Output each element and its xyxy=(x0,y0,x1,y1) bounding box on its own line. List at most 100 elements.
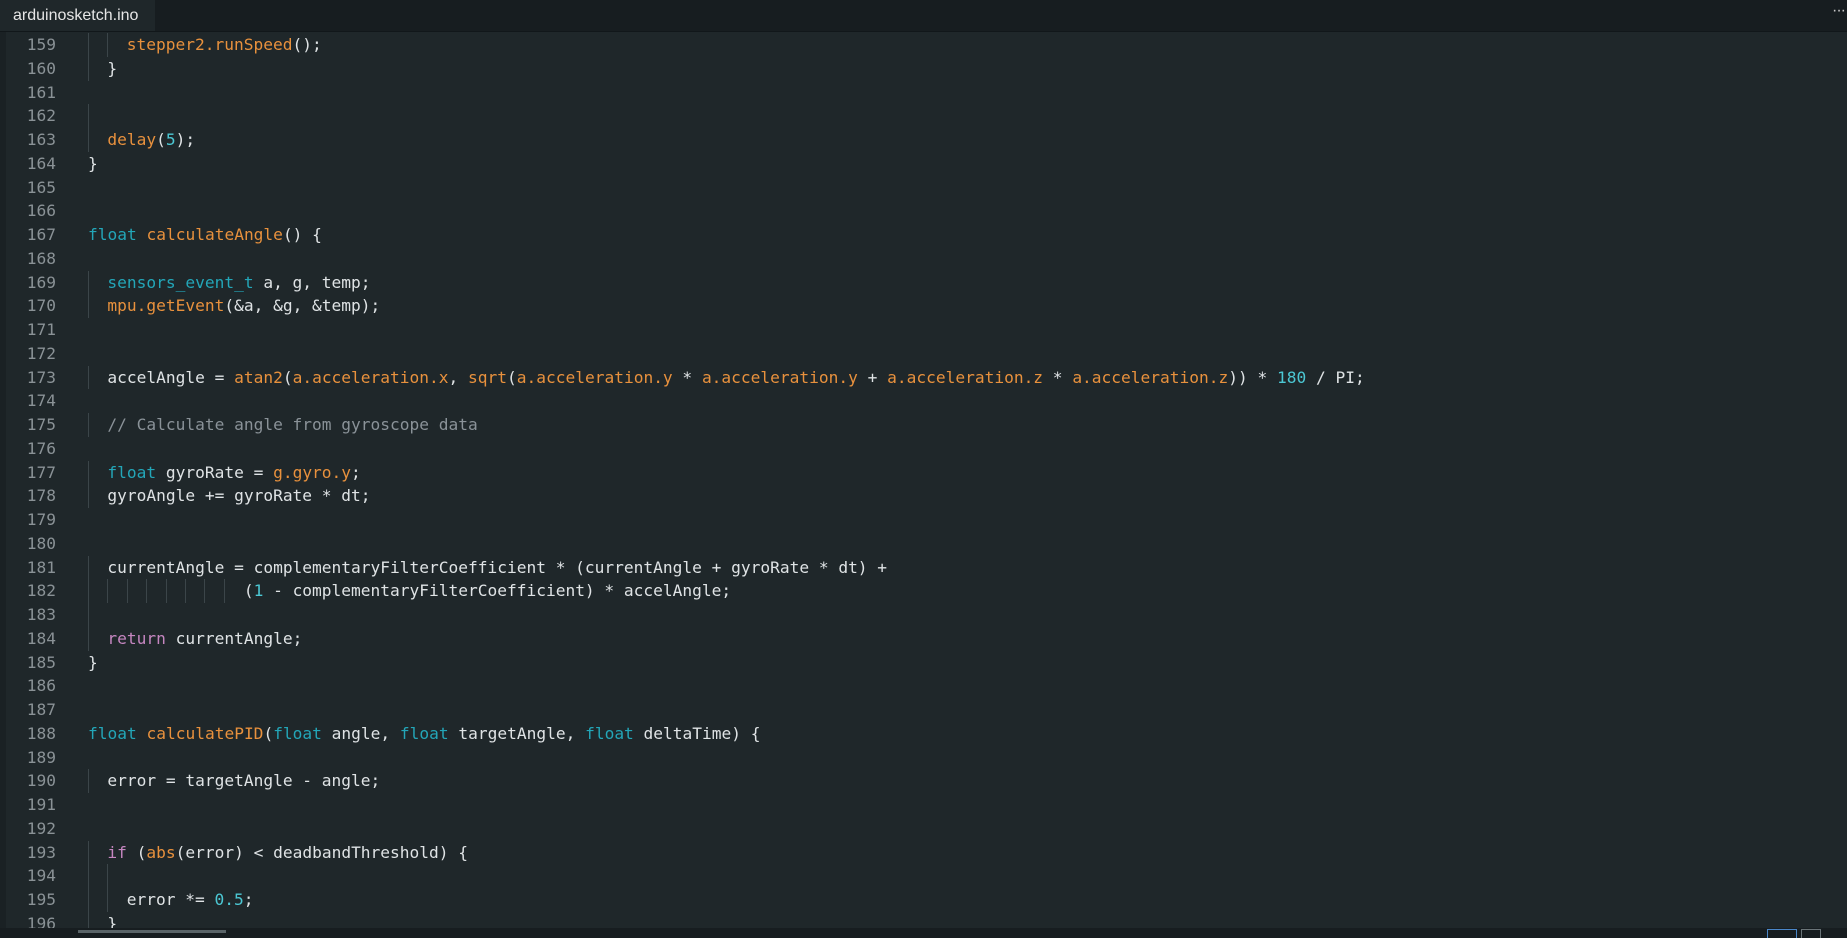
line-number: 171 xyxy=(26,320,56,339)
indent-guide xyxy=(88,769,89,793)
line-number: 195 xyxy=(26,890,56,909)
line-number: 172 xyxy=(26,343,56,363)
code-token: error = targetAngle - angle; xyxy=(107,771,381,791)
horizontal-scrollbar[interactable] xyxy=(0,928,1847,938)
code-line[interactable]: 161 xyxy=(0,81,1847,105)
code-line[interactable]: 181 currentAngle = complementaryFilterCoe… xyxy=(0,555,1847,580)
code-token: ; xyxy=(243,890,254,909)
code-text: currentAngle = complementaryFilterCoeffi… xyxy=(107,556,887,580)
code-line[interactable]: 176 xyxy=(0,437,1847,461)
code-line[interactable]: 183 xyxy=(0,603,1847,627)
code-line[interactable]: 177 float gyroRate = g.gyro.y; xyxy=(0,460,1847,485)
code-line[interactable]: 194 xyxy=(0,864,1847,888)
code-text: (1 - complementaryFilterCoefficient) * a… xyxy=(107,579,731,603)
indent-guide xyxy=(88,888,89,912)
code-line[interactable]: 182 (1 - complementaryFilterCoefficient)… xyxy=(0,579,1847,603)
code-token: a.acceleration.x xyxy=(292,367,449,387)
code-token: ( xyxy=(156,130,166,149)
line-number: 196 xyxy=(26,913,56,928)
code-line[interactable]: 185} xyxy=(0,651,1847,675)
code-line[interactable]: 189 xyxy=(0,746,1847,770)
code-line[interactable]: 187 xyxy=(0,698,1847,722)
line-number: 184 xyxy=(26,628,56,648)
code-line[interactable]: 175 // Calculate angle from gyroscope dat… xyxy=(0,413,1847,437)
code-line[interactable]: 159 stepper2.runSpeed(); xyxy=(0,33,1847,57)
code-line[interactable]: 186 xyxy=(0,674,1847,698)
line-number: 176 xyxy=(26,438,56,458)
code-token: 5 xyxy=(165,130,176,149)
code-token: a.acceleration.z xyxy=(887,367,1044,387)
code-line[interactable]: 191 xyxy=(0,793,1847,817)
code-token: float xyxy=(273,723,322,743)
tab-bar: arduinosketch.ino ··· xyxy=(0,0,1847,32)
code-line[interactable]: 160} xyxy=(0,56,1847,81)
tab-overflow-menu-icon[interactable]: ··· xyxy=(1832,2,1846,20)
code-token: (error) < deadbandThreshold) { xyxy=(175,842,469,862)
code-token: currentAngle; xyxy=(165,628,303,648)
line-number: 188 xyxy=(26,723,56,743)
code-line[interactable]: 163 delay(5); xyxy=(0,128,1847,152)
indent-guide xyxy=(88,864,89,888)
line-number: 192 xyxy=(26,818,56,838)
indent-guide xyxy=(88,104,89,128)
code-line[interactable]: 172 xyxy=(0,342,1847,366)
code-line[interactable]: 168 xyxy=(0,247,1847,271)
code-token: error *= xyxy=(126,890,215,909)
line-number: 160 xyxy=(26,58,56,78)
code-token: float xyxy=(107,462,157,482)
code-token: 180 xyxy=(1276,367,1307,387)
code-token: accelAngle = xyxy=(107,367,235,387)
code-line[interactable]: 188 float calculatePID(float angle, float… xyxy=(0,722,1847,746)
code-line[interactable]: 164} xyxy=(0,152,1847,176)
code-editor[interactable]: 159 stepper2.runSpeed(); 160} 161 162 163 dela… xyxy=(0,33,1847,928)
code-token: } xyxy=(88,153,98,173)
indent-guide xyxy=(88,33,89,57)
indent-guide xyxy=(88,840,89,865)
code-line[interactable]: 165 xyxy=(0,176,1847,200)
line-number: 165 xyxy=(26,177,56,197)
code-line[interactable]: 170 mpu.getEvent(&a, &g, &temp); xyxy=(0,294,1847,318)
line-number: 166 xyxy=(26,201,56,221)
code-token: deltaTime) { xyxy=(633,723,761,743)
code-token: abs xyxy=(146,842,176,862)
code-line[interactable]: 167 float calculateAngle() { xyxy=(0,223,1847,247)
code-line[interactable]: 166 xyxy=(0,199,1847,223)
horizontal-scrollbar-thumb[interactable] xyxy=(78,930,226,933)
code-token: 1 xyxy=(253,581,264,601)
code-line[interactable]: 192 xyxy=(0,817,1847,841)
code-token: ( xyxy=(282,367,293,387)
indent-guide xyxy=(88,484,89,508)
code-line[interactable]: 169 sensors_event_t a, g, temp; xyxy=(0,270,1847,295)
code-line[interactable]: 171 xyxy=(0,318,1847,342)
code-line[interactable]: 190 error = targetAngle - angle; xyxy=(0,769,1847,793)
code-text: float calculatePID(float angle, float ta… xyxy=(88,722,761,746)
code-line[interactable]: 195 error *= 0.5; xyxy=(0,888,1847,912)
code-token: + xyxy=(857,367,888,387)
indent-guide xyxy=(88,365,89,390)
code-token: delay xyxy=(107,130,157,149)
code-token: (&a, &g, &temp); xyxy=(224,296,381,316)
line-number: 180 xyxy=(26,533,56,553)
code-token: ( xyxy=(107,581,254,601)
code-line[interactable]: 162 xyxy=(0,104,1847,128)
line-number: 178 xyxy=(26,486,56,506)
code-token: stepper2.runSpeed xyxy=(126,35,293,54)
code-line[interactable]: 196} xyxy=(0,911,1847,928)
code-text: if (abs(error) < deadbandThreshold) { xyxy=(107,841,468,865)
line-number: 177 xyxy=(26,462,56,482)
code-token: float xyxy=(88,723,137,743)
line-number: 189 xyxy=(26,747,56,767)
code-line[interactable]: 178 gyroAngle += gyroRate * dt; xyxy=(0,484,1847,508)
code-token: return xyxy=(107,628,166,648)
code-token: } xyxy=(107,913,118,928)
code-line[interactable]: 174 xyxy=(0,389,1847,413)
code-line[interactable]: 173 accelAngle = atan2(a.acceleration.x, … xyxy=(0,365,1847,390)
code-line[interactable]: 180 xyxy=(0,532,1847,556)
code-line[interactable]: 193 if (abs(error) < deadbandThreshold) { xyxy=(0,840,1847,865)
line-number: 167 xyxy=(26,225,56,244)
code-line[interactable]: 184 return currentAngle; xyxy=(0,626,1847,651)
file-tab[interactable]: arduinosketch.ino xyxy=(0,0,155,31)
code-line[interactable]: 179 xyxy=(0,508,1847,532)
indent-guide xyxy=(88,270,89,295)
line-number: 182 xyxy=(26,581,56,601)
